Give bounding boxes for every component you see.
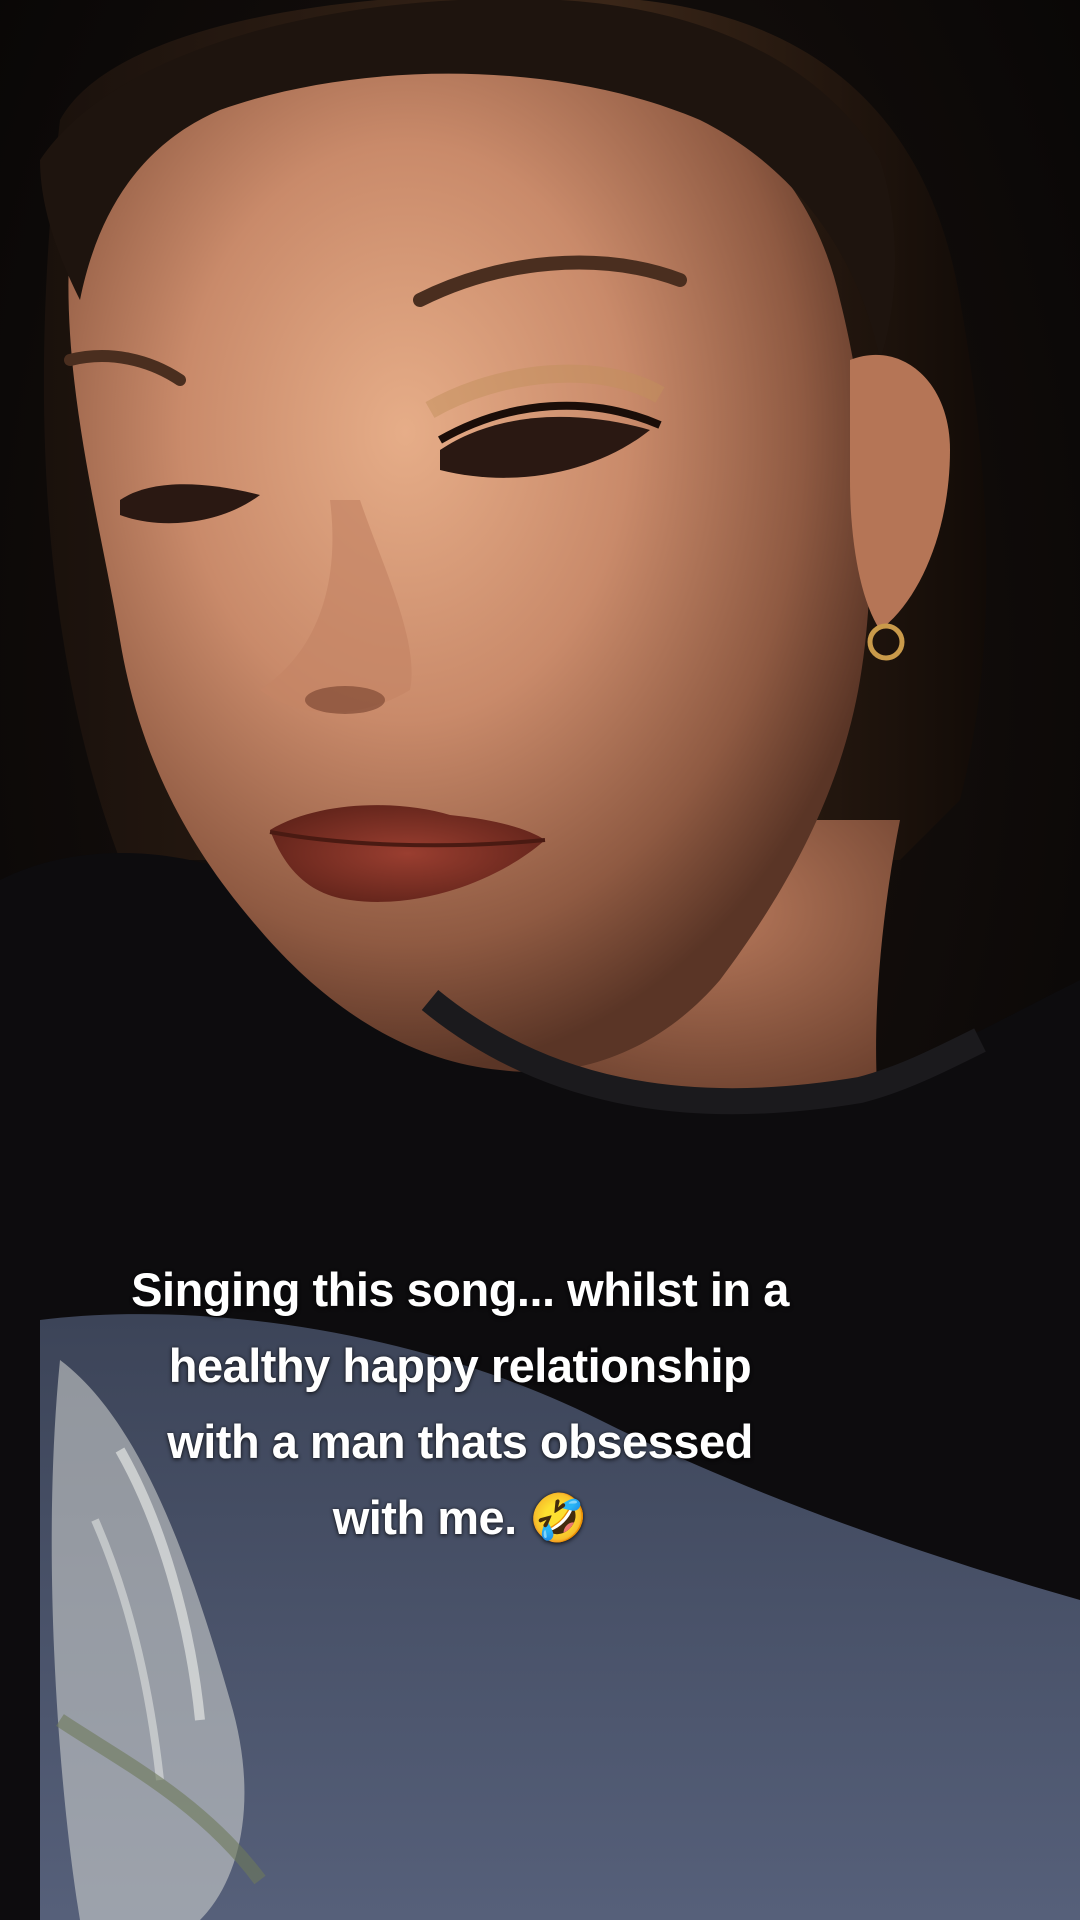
selfie-photo [0,0,1080,1920]
caption-text: Singing this song... whilst in a healthy… [131,1263,789,1544]
video-frame: Singing this song... whilst in a healthy… [0,0,1080,1920]
